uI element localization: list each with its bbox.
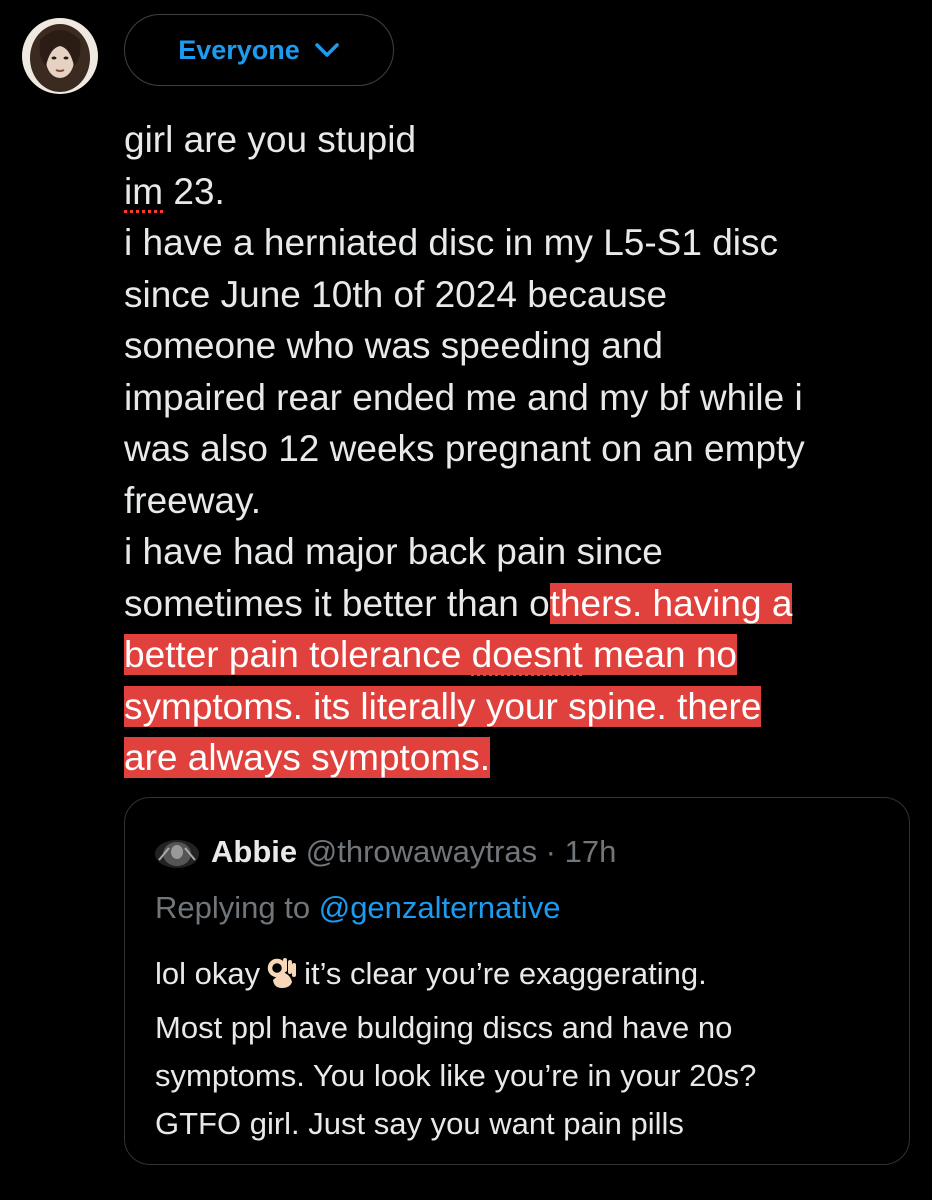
highlighted-text: symptoms. its literally your spine. ther… (124, 685, 762, 727)
tweet-line: since June 10th of 2024 because (124, 273, 668, 315)
quoted-user-handle-time: @throwawaytras · 17h (305, 834, 617, 869)
audience-selector-button[interactable]: Everyone (124, 14, 394, 86)
tweet-line: freeway. (124, 479, 262, 521)
tweet-line: im 23. (124, 166, 919, 218)
replying-to-line: Replying to @genzalternative (155, 890, 560, 926)
chevron-down-icon (315, 43, 339, 57)
tweet-line: was also 12 weeks pregnant on an empty (124, 428, 805, 469)
audience-label: Everyone (178, 34, 300, 65)
quoted-line: symptoms. You look like you’re in your 2… (155, 1058, 757, 1093)
quoted-line: lol okay it’s clear you’re exaggerating. (155, 950, 895, 1004)
misspelled-word[interactable]: im (124, 171, 163, 212)
user-avatar[interactable] (22, 18, 98, 94)
replying-prefix: Replying to (155, 890, 311, 925)
tweet-line: girl are you stupid (124, 119, 417, 160)
profile-photo-avatar-icon (22, 18, 98, 94)
highlighted-text: better pain tolerance (124, 634, 472, 675)
highlighted-text: thers. having a (549, 582, 793, 624)
tweet-line: sometimes it better than others. having … (124, 578, 919, 630)
quoted-line-text: lol okay (155, 956, 261, 991)
tweet-line: i have a herniated disc in my L5-S1 disc (124, 222, 779, 263)
quoted-line-text: it’s clear you’re exaggerating. (304, 956, 707, 991)
tweet-line: symptoms. its literally your spine. ther… (124, 681, 919, 733)
tweet-line-text: 23. (173, 170, 225, 212)
quoted-line: Most ppl have buldging discs and have no (155, 1010, 733, 1045)
tweet-line-text: sometimes it better than o (124, 582, 550, 624)
quoted-user-avatar[interactable] (155, 840, 199, 868)
tweet-text-area[interactable]: girl are you stupid im 23. i have a hern… (124, 114, 919, 784)
tweet-line: are always symptoms. (124, 732, 919, 784)
misspelled-word[interactable]: doesnt (471, 634, 583, 675)
quoted-tweet-card[interactable]: Abbie @throwawaytras · 17h Replying to @… (124, 797, 910, 1165)
tweet-line: better pain tolerance doesnt mean no (124, 629, 919, 681)
profile-photo-avatar-icon (155, 840, 199, 868)
quoted-line: GTFO girl. Just say you want pain pills (155, 1106, 684, 1141)
highlighted-text: mean no (582, 634, 737, 675)
highlighted-text: are always symptoms. (124, 737, 490, 778)
replying-mention-link[interactable]: @genzalternative (319, 890, 561, 925)
ok-hand-emoji-icon (266, 956, 298, 1004)
quoted-tweet-header: Abbie @throwawaytras · 17h (211, 834, 616, 870)
tweet-line: i have had major back pain since (124, 531, 663, 572)
quoted-user-name[interactable]: Abbie (211, 834, 297, 869)
quoted-tweet-text: lol okay it’s clear you’re exaggerating. … (155, 950, 895, 1148)
tweet-line: someone who was speeding and (124, 325, 663, 366)
tweet-line: impaired rear ended me and my bf while i (124, 376, 803, 418)
